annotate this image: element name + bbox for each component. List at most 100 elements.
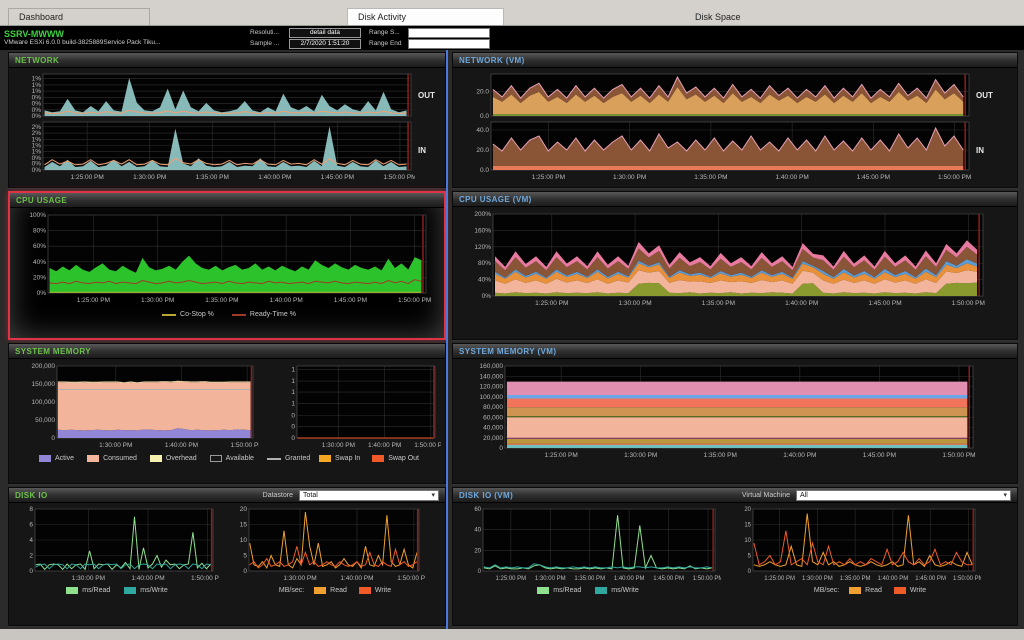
svg-text:1:50:00 PM: 1:50:00 PM <box>414 442 441 449</box>
legend-label: Ready-Time % <box>250 311 296 318</box>
svg-text:1: 1 <box>291 378 295 385</box>
legend-item: ms/Read <box>537 587 581 594</box>
legend-label: Available <box>226 455 254 462</box>
svg-text:1:30:00 PM: 1:30:00 PM <box>133 174 166 181</box>
svg-text:20: 20 <box>744 507 751 513</box>
swap-legend: Swap In Swap Out <box>319 455 419 462</box>
legend-swatch <box>595 587 607 594</box>
memory-vm-chart: 020,00040,00060,00080,000100,000120,0001… <box>455 363 1017 459</box>
svg-text:20: 20 <box>240 506 248 513</box>
legend-swatch <box>319 455 331 462</box>
disk-latency-chart: 024681:30:00 PM1:40:00 PM1:50:00 PM <box>15 506 219 582</box>
dashboard: SSRV-MWWW VMware ESXi 6.0.0 build-382588… <box>0 26 1024 629</box>
svg-text:40%: 40% <box>33 259 46 266</box>
svg-text:2: 2 <box>29 553 33 560</box>
legend-label: ms/Read <box>82 587 110 594</box>
svg-text:120,000: 120,000 <box>480 384 504 391</box>
svg-text:60%: 60% <box>33 243 46 250</box>
panel-cpu-usage[interactable]: CPU USAGE 0%20%40%60%80%100%1:25:00 PM1:… <box>8 191 446 340</box>
svg-text:50,000: 50,000 <box>35 417 55 424</box>
svg-text:1:35:00 PM: 1:35:00 PM <box>702 300 735 307</box>
datastore-value: Total <box>303 492 431 499</box>
svg-text:1:40:00 PM: 1:40:00 PM <box>165 442 198 449</box>
legend-label: Co-Stop % <box>180 311 214 318</box>
legend-item: Overhead <box>150 455 197 462</box>
svg-text:40,000: 40,000 <box>483 425 503 432</box>
resolution-value[interactable]: detail data <box>289 28 361 38</box>
svg-text:1:40:00 PM: 1:40:00 PM <box>776 174 809 181</box>
panel-cpu-usage-vm: CPU USAGE (VM) 0%40%80%120%160%200%1:25:… <box>452 191 1018 340</box>
svg-text:10: 10 <box>744 538 751 544</box>
tab-disk-space[interactable]: Disk Space <box>685 9 825 25</box>
legend-item: Read <box>314 587 347 594</box>
svg-text:20.0: 20.0 <box>476 147 489 154</box>
svg-text:1:30:00 PM: 1:30:00 PM <box>99 442 132 449</box>
panel-title-network: NETWORK <box>15 56 59 65</box>
legend-swatch <box>66 587 78 594</box>
legend-item: Write <box>894 587 926 594</box>
panel-title-disk: DISK IO <box>15 491 48 500</box>
svg-text:1:50:00 PM: 1:50:00 PM <box>942 452 975 459</box>
svg-text:1:40:00 PM: 1:40:00 PM <box>783 452 816 459</box>
legend-label: Granted <box>285 455 310 462</box>
legend-label: ms/Write <box>140 587 167 594</box>
svg-text:1:35:00 PM: 1:35:00 PM <box>694 174 727 181</box>
chevron-down-icon: ▾ <box>1003 491 1007 499</box>
datastore-select[interactable]: Total ▾ <box>299 490 439 501</box>
panel-system-memory-vm: SYSTEM MEMORY (VM) 020,00040,00060,00080… <box>452 343 1018 484</box>
virtual-machine-select[interactable]: All ▾ <box>796 490 1011 501</box>
svg-text:5: 5 <box>243 553 247 560</box>
svg-text:1:50:00 PM: 1:50:00 PM <box>693 576 721 582</box>
svg-text:1:40:00 PM: 1:40:00 PM <box>614 576 645 582</box>
network-in-label: IN <box>418 146 426 155</box>
legend-label: Write <box>910 587 926 594</box>
svg-text:1:30:00 PM: 1:30:00 PM <box>141 297 174 304</box>
svg-text:1:30:00 PM: 1:30:00 PM <box>283 575 316 582</box>
disk-mb-legend: Read Write <box>314 587 391 594</box>
mb-sec-label: MB/sec: <box>279 587 304 594</box>
svg-text:1:50:00 PM: 1:50:00 PM <box>398 297 431 304</box>
sample-value[interactable]: 2/7/2020 1:51:20 <box>289 39 361 49</box>
svg-text:0: 0 <box>243 568 247 575</box>
svg-text:0%: 0% <box>32 167 42 174</box>
tab-bar: Dashboard Disk Activity Disk Space <box>0 0 1024 26</box>
range-end-input[interactable] <box>408 39 490 49</box>
svg-text:0: 0 <box>478 569 482 575</box>
svg-text:1:25:00 PM: 1:25:00 PM <box>764 576 795 582</box>
legend-swatch <box>894 587 906 594</box>
svg-text:20,000: 20,000 <box>483 435 503 442</box>
legend-swatch <box>359 587 371 594</box>
legend-label: Swap In <box>335 455 360 462</box>
cpu-usage-vm-chart: 0%40%80%120%160%200%1:25:00 PM1:30:00 PM… <box>457 211 1017 307</box>
svg-text:1: 1 <box>291 366 295 373</box>
svg-text:20.0: 20.0 <box>476 88 489 95</box>
panel-system-memory: SYSTEM MEMORY 050,000100,000150,000200,0… <box>8 343 446 484</box>
tab-disk-activity[interactable]: Disk Activity <box>347 8 504 25</box>
legend-swatch <box>372 455 384 462</box>
svg-text:80%: 80% <box>478 260 491 267</box>
app-window: Dashboard Disk Activity Disk Space SSRV-… <box>0 0 1024 640</box>
svg-text:8: 8 <box>29 506 33 513</box>
cpu-legend: Co-Stop % Ready-Time % <box>14 311 444 318</box>
legend-item: Swap Out <box>372 455 419 462</box>
svg-text:1:30:00 PM: 1:30:00 PM <box>535 576 566 582</box>
range-start-input[interactable] <box>408 28 490 38</box>
svg-text:1:35:00 PM: 1:35:00 PM <box>205 297 238 304</box>
svg-text:1:35:00 PM: 1:35:00 PM <box>704 452 737 459</box>
tab-dashboard[interactable]: Dashboard <box>8 8 150 25</box>
datastore-label: Datastore <box>263 492 293 499</box>
legend-item: ms/Write <box>124 587 167 594</box>
disk-vm-ms-legend: ms/Readms/Write <box>453 587 723 594</box>
memory-chart: 050,000100,000150,000200,0001:30:00 PM1:… <box>11 363 259 449</box>
svg-text:1: 1 <box>291 389 295 396</box>
sample-label: Sample ... <box>250 40 286 47</box>
legend-swatch <box>124 587 136 594</box>
legend-item: Write <box>359 587 391 594</box>
svg-text:0: 0 <box>291 435 295 442</box>
svg-text:0.0: 0.0 <box>480 167 489 174</box>
legend-item: Available <box>210 455 254 462</box>
svg-text:1%: 1% <box>32 82 42 89</box>
virtual-machine-value: All <box>800 492 1003 499</box>
svg-text:60,000: 60,000 <box>483 414 503 421</box>
svg-text:80%: 80% <box>33 228 46 235</box>
